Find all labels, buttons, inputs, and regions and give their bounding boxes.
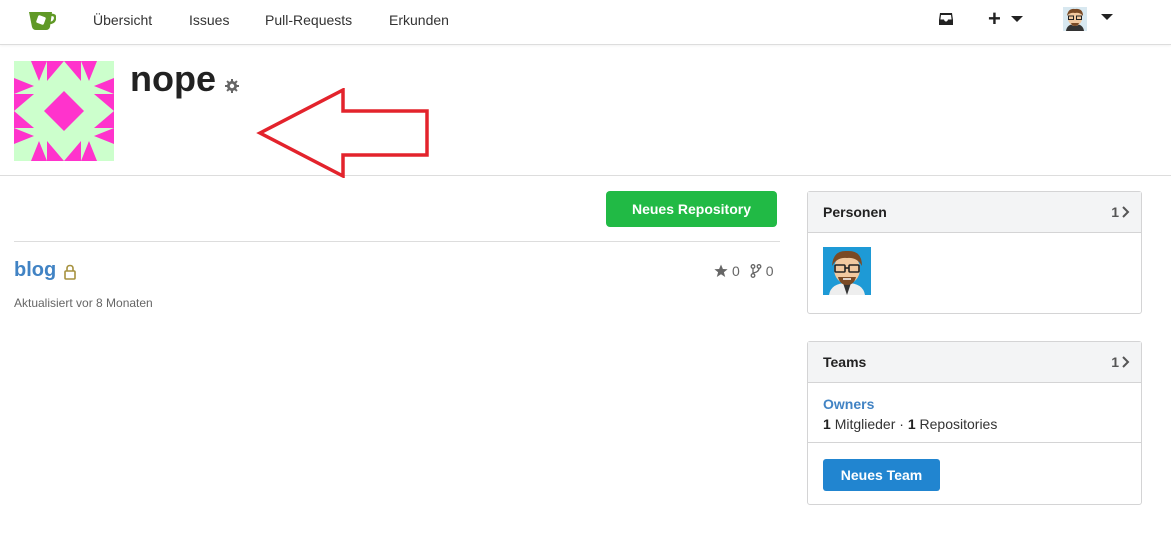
team-repos-label: Repositories [919, 416, 998, 432]
new-team-button[interactable]: Neues Team [823, 459, 940, 491]
teams-count: 1 [1111, 354, 1119, 370]
member-avatar[interactable] [823, 247, 871, 295]
repo-updated-time: Aktualisiert vor 8 Monaten [14, 296, 153, 310]
org-title: nope [130, 58, 216, 99]
nav-issues[interactable]: Issues [189, 12, 229, 28]
team-members-count: 1 [823, 416, 831, 432]
team-members-label: Mitglieder [834, 416, 896, 432]
chevron-right-icon[interactable] [1121, 205, 1131, 219]
people-count: 1 [1111, 204, 1119, 220]
people-panel-title: Personen [823, 204, 887, 220]
chevron-right-icon[interactable] [1121, 355, 1131, 369]
org-avatar [14, 61, 114, 161]
divider [14, 241, 780, 242]
team-meta: 1 Mitglieder · 1 Repositories [823, 416, 997, 432]
repo-star-count: 0 [732, 263, 740, 279]
repo-fork-count: 0 [765, 263, 774, 279]
org-header: nope [0, 46, 1171, 178]
caret-down-icon[interactable] [1011, 16, 1023, 22]
nav-overview[interactable]: Übersicht [93, 12, 152, 28]
new-repository-button[interactable]: Neues Repository [606, 191, 777, 227]
gear-icon[interactable] [224, 78, 240, 94]
gitea-logo-icon[interactable] [28, 9, 56, 31]
team-meta-separator: · [899, 416, 904, 432]
nav-pull-requests[interactable]: Pull-Requests [265, 12, 352, 28]
team-owners-link[interactable]: Owners [823, 396, 874, 412]
top-navbar: Übersicht Issues Pull-Requests Erkunden … [0, 0, 1171, 45]
plus-icon[interactable]: + [988, 6, 1001, 32]
nav-explore[interactable]: Erkunden [389, 12, 449, 28]
team-repos-count: 1 [907, 416, 916, 432]
teams-panel-header[interactable]: Teams 1 [808, 342, 1141, 383]
lock-icon [64, 264, 76, 280]
repo-stats: 0 0 [714, 263, 774, 279]
inbox-icon[interactable] [938, 11, 954, 27]
teams-panel: Teams 1 Owners 1 Mitglieder · 1 Reposito… [807, 341, 1142, 505]
team-item: Owners 1 Mitglieder · 1 Repositories [808, 383, 1141, 443]
user-avatar[interactable] [1063, 7, 1087, 31]
repo-link[interactable]: blog [14, 259, 56, 282]
people-panel-header[interactable]: Personen 1 [808, 192, 1141, 233]
teams-panel-title: Teams [823, 354, 867, 370]
people-panel: Personen 1 [807, 191, 1142, 314]
annotation-arrow [256, 88, 429, 178]
star-icon [714, 264, 728, 277]
caret-down-icon[interactable] [1101, 14, 1113, 20]
fork-icon [750, 264, 762, 278]
